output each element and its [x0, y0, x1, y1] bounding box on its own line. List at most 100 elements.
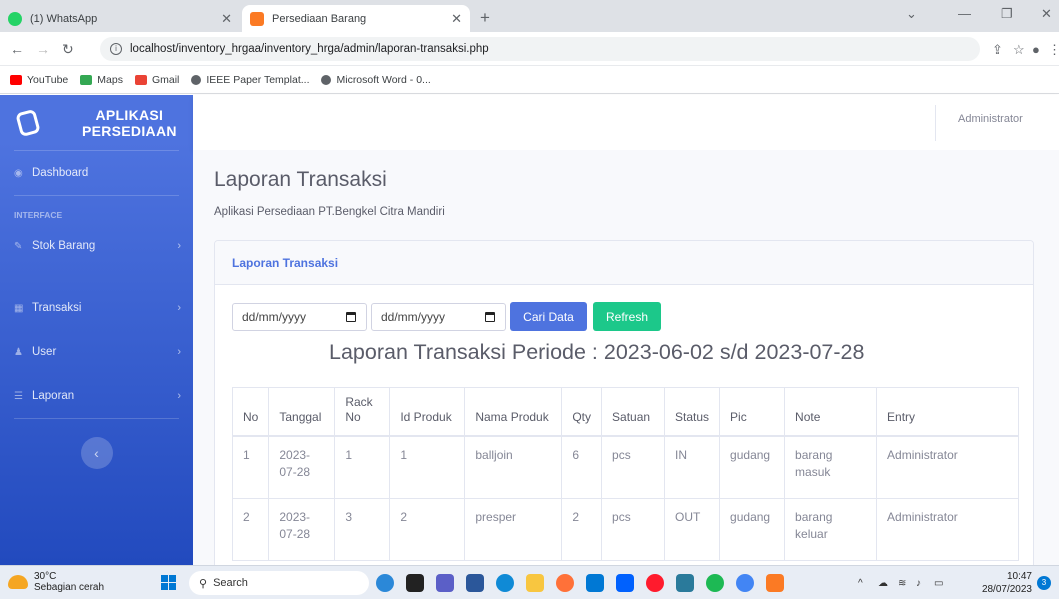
forward-arrow-icon[interactable]: →	[36, 41, 50, 57]
start-date-input[interactable]: dd/mm/yyyy	[232, 303, 367, 331]
cell-qty: 6	[561, 435, 603, 499]
store-icon[interactable]	[676, 574, 694, 592]
bookmark-star-icon[interactable]: ☆	[1013, 42, 1025, 58]
sidebar-item-stok-barang[interactable]: ✎ Stok Barang ›	[0, 228, 193, 264]
page-title: Laporan Transaksi	[214, 168, 387, 191]
teams-icon[interactable]	[436, 574, 454, 592]
chevron-up-icon[interactable]: ^	[858, 578, 863, 589]
dashboard-icon: ◉	[14, 167, 23, 179]
bookmark-word[interactable]: Microsoft Word - 0...	[321, 74, 431, 86]
battery-icon[interactable]: ▭	[934, 578, 943, 589]
calendar-icon[interactable]	[346, 312, 356, 322]
mail-icon[interactable]	[586, 574, 604, 592]
cell-qty: 2	[561, 497, 603, 561]
edge-icon[interactable]	[496, 574, 514, 592]
refresh-button[interactable]: Refresh	[593, 302, 661, 331]
transactions-table: No Tanggal Rack No Id Produk Nama Produk…	[231, 387, 1019, 561]
topbar-divider	[935, 105, 936, 141]
reload-icon[interactable]: ↻	[62, 41, 74, 58]
cell-satuan: pcs	[601, 435, 666, 499]
cell-pic: gudang	[719, 497, 786, 561]
notification-badge[interactable]: 3	[1037, 576, 1051, 590]
search-data-button[interactable]: Cari Data	[510, 302, 587, 331]
xampp-icon[interactable]	[766, 574, 784, 592]
bing-icon[interactable]	[376, 574, 394, 592]
window-close-icon[interactable]: ✕	[1041, 6, 1052, 22]
user-name[interactable]: Administrator	[958, 113, 1023, 125]
cloud-icon[interactable]: ☁	[878, 578, 888, 589]
sidebar-item-laporan[interactable]: ☰ Laporan ›	[0, 374, 193, 418]
tab-search-icon[interactable]: ⌄	[906, 6, 917, 22]
menu-icon[interactable]: ⋮	[1048, 42, 1059, 58]
opera-icon[interactable]	[646, 574, 664, 592]
sidebar-toggle-button[interactable]: ‹	[80, 437, 113, 469]
tab-title: Persediaan Barang	[272, 12, 367, 25]
windows-start-icon[interactable]	[161, 575, 177, 591]
card-header: Laporan Transaksi	[215, 241, 1033, 285]
bookmark-maps[interactable]: Maps	[80, 74, 123, 86]
wifi-icon[interactable]: ≋	[898, 578, 906, 589]
minimize-icon[interactable]: —	[958, 6, 971, 21]
wrench-icon: ✎	[14, 240, 23, 252]
table-row: 1 2023-07-28 1 1 balljoin 6 pcs IN gudan…	[231, 435, 1019, 499]
tab-whatsapp[interactable]: (1) WhatsApp ✕	[0, 5, 240, 32]
report-card: Laporan Transaksi dd/mm/yyyy dd/mm/yyyy …	[214, 240, 1034, 565]
calendar-icon[interactable]	[485, 312, 495, 322]
bookmark-ieee[interactable]: IEEE Paper Templat...	[191, 74, 309, 86]
browser-tab-bar: (1) WhatsApp ✕ Persediaan Barang ✕ + ⌄ —…	[0, 0, 1059, 32]
task-view-icon[interactable]	[406, 574, 424, 592]
tab-persediaan-barang[interactable]: Persediaan Barang ✕	[242, 5, 470, 32]
new-tab-icon[interactable]: +	[480, 8, 490, 28]
cell-no: 2	[231, 497, 270, 561]
close-icon[interactable]: ✕	[451, 11, 462, 27]
cell-rack-no: 1	[334, 435, 391, 499]
sidebar-item-dashboard[interactable]: ◉ Dashboard	[0, 151, 193, 195]
dropbox-icon[interactable]	[616, 574, 634, 592]
chevron-right-icon: ›	[177, 390, 181, 402]
volume-icon[interactable]: ♪	[916, 578, 921, 589]
bookmark-gmail[interactable]: Gmail	[134, 74, 179, 86]
weather-temp: 30°C	[34, 571, 57, 582]
file-explorer-icon[interactable]	[526, 574, 544, 592]
weather-widget[interactable]: 30°C Sebagian cerah	[8, 571, 104, 593]
bookmarks-bar: YouTube Maps Gmail IEEE Paper Templat...…	[0, 66, 1059, 94]
cell-note: barang masuk	[784, 435, 878, 499]
clock[interactable]: 10:47 28/07/2023	[980, 570, 1032, 596]
gmail-icon	[134, 74, 147, 85]
url-text: localhost/inventory_hrgaa/inventory_hrga…	[130, 43, 489, 55]
cell-id-produk: 1	[389, 435, 466, 499]
back-arrow-icon[interactable]: ←	[10, 41, 24, 57]
cell-nama-produk: presper	[464, 497, 563, 561]
end-date-input[interactable]: dd/mm/yyyy	[371, 303, 506, 331]
list-icon: ☰	[14, 390, 23, 402]
table-header-row: No Tanggal Rack No Id Produk Nama Produk…	[231, 387, 1019, 437]
sidebar: APLIKASI PERSEDIAAN ◉ Dashboard INTERFAC…	[0, 95, 193, 565]
col-header: Qty	[561, 387, 603, 437]
taskbar-search[interactable]: ⚲ Search	[189, 571, 369, 595]
sidebar-item-user[interactable]: ♟ User ›	[0, 330, 193, 374]
bookmark-youtube[interactable]: YouTube	[10, 74, 68, 86]
chrome-icon[interactable]	[736, 574, 754, 592]
close-icon[interactable]: ✕	[221, 11, 232, 27]
profile-avatar-icon[interactable]: ●	[1032, 42, 1040, 57]
share-icon[interactable]: ⇪	[992, 42, 1003, 58]
cell-satuan: pcs	[601, 497, 666, 561]
firefox-icon[interactable]	[556, 574, 574, 592]
url-field[interactable]: i localhost/inventory_hrgaa/inventory_hr…	[100, 37, 980, 61]
restore-icon[interactable]: ❐	[1001, 6, 1013, 22]
sidebar-brand[interactable]: APLIKASI PERSEDIAAN	[0, 95, 193, 150]
chevron-right-icon: ›	[177, 346, 181, 358]
cell-no: 1	[231, 435, 270, 499]
word-icon[interactable]	[466, 574, 484, 592]
address-bar: ← → ↻ i localhost/inventory_hrgaa/invent…	[0, 32, 1059, 66]
page-subtitle: Aplikasi Persediaan PT.Bengkel Citra Man…	[214, 206, 445, 218]
spotify-icon[interactable]	[706, 574, 724, 592]
weather-desc: Sebagian cerah	[34, 582, 105, 593]
info-icon[interactable]: i	[110, 43, 122, 55]
sidebar-item-transaksi[interactable]: ▦ Transaksi ›	[0, 286, 193, 330]
cell-note: barang keluar	[784, 497, 878, 561]
col-header: Rack No	[334, 387, 391, 437]
whatsapp-icon	[8, 11, 22, 26]
col-header: No	[231, 387, 270, 437]
brand-text: APLIKASI PERSEDIAAN	[81, 106, 177, 139]
